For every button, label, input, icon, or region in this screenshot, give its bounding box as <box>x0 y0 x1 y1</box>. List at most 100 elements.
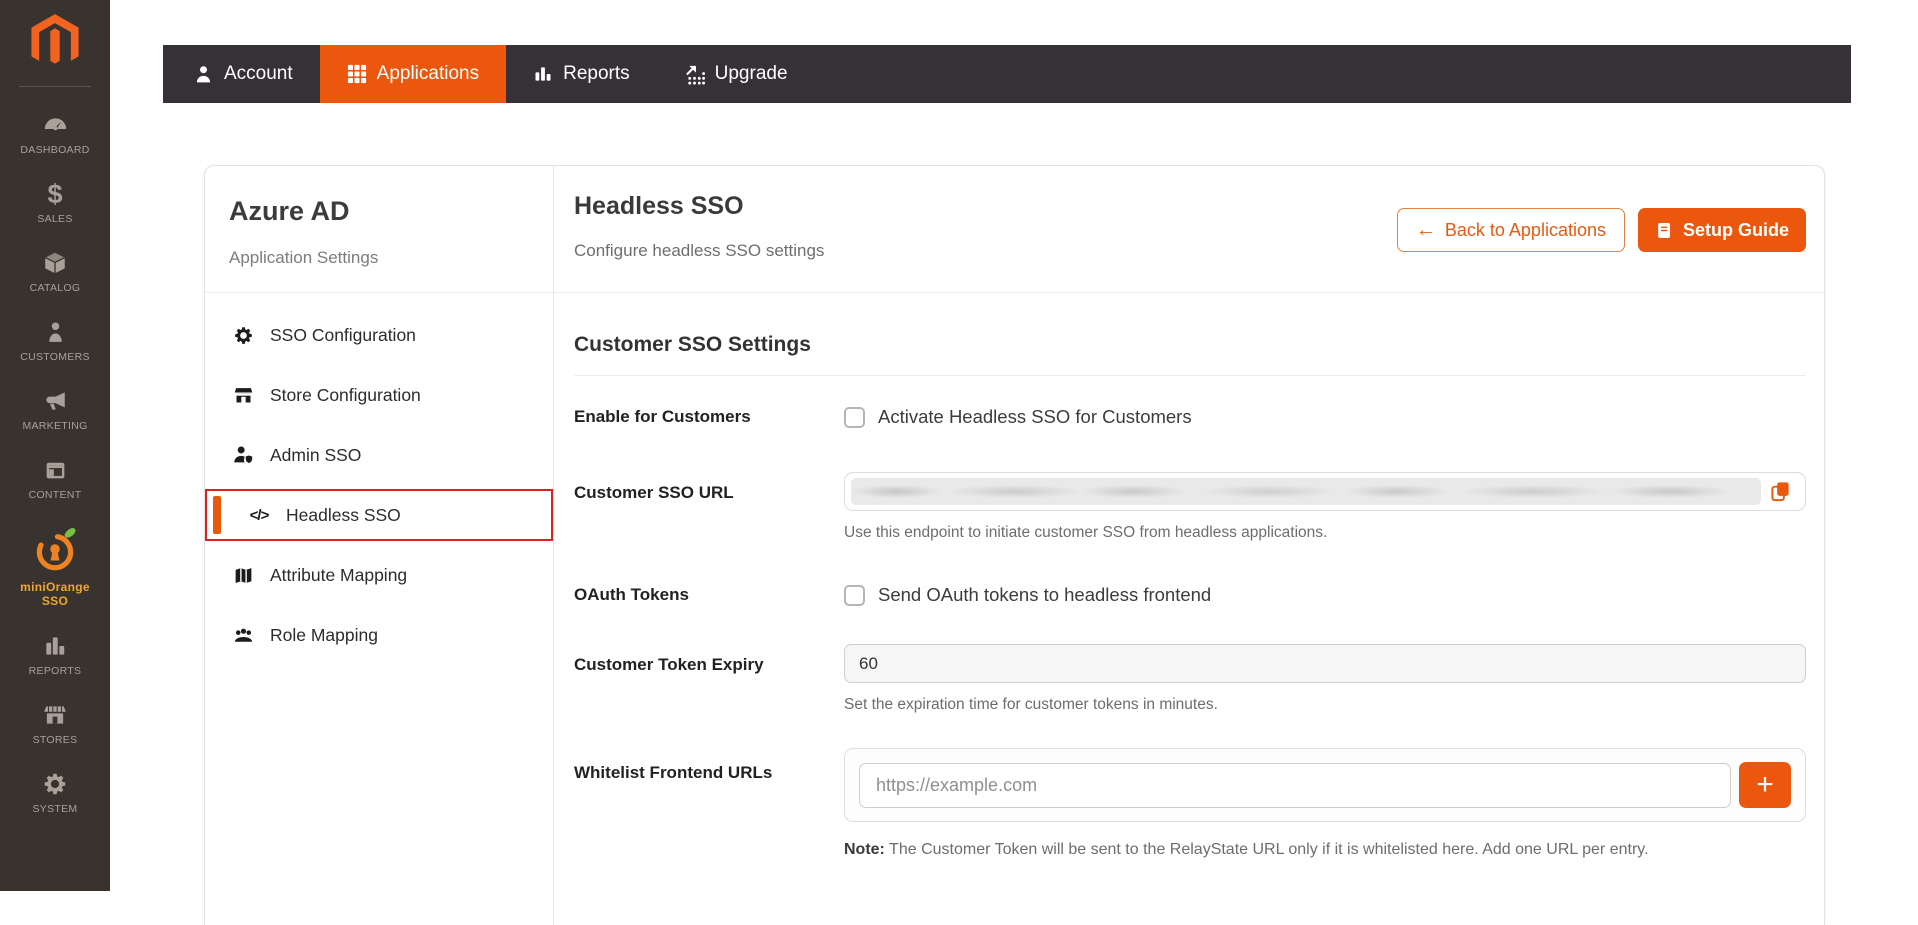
layout-icon <box>43 455 68 483</box>
tab-reports[interactable]: Reports <box>506 45 657 103</box>
magento-logo-icon[interactable] <box>28 12 82 72</box>
sidebar-item-label: STORES <box>32 734 78 746</box>
sidebar-item-marketing[interactable]: MARKETING <box>0 386 110 432</box>
menu-item-store-configuration[interactable]: Store Configuration <box>205 365 553 425</box>
sidebar-item-dashboard[interactable]: DASHBOARD <box>0 110 110 156</box>
menu-item-role-mapping[interactable]: Role Mapping <box>205 605 553 665</box>
app-settings-panel: Azure AD Application Settings SSO Config… <box>204 165 1825 925</box>
top-nav: Account Applications Reports Upgrade <box>163 45 1851 103</box>
menu-item-sso-configuration[interactable]: SSO Configuration <box>205 305 553 365</box>
tab-label: Upgrade <box>714 63 788 84</box>
setup-guide-button[interactable]: Setup Guide <box>1637 208 1806 252</box>
gear-icon <box>42 769 68 797</box>
field-label: Whitelist Frontend URLs <box>574 763 773 782</box>
note-label: Note: <box>844 841 885 858</box>
dashboard-icon <box>42 110 69 138</box>
sidebar-item-catalog[interactable]: CATALOG <box>0 248 110 294</box>
customer-sso-settings-section: Customer SSO Settings Enable for Custome… <box>554 333 1824 859</box>
book-icon <box>1655 221 1674 240</box>
send-oauth-tokens-checkbox[interactable] <box>844 584 865 606</box>
app-subtitle: Application Settings <box>229 248 379 267</box>
menu-item-label: Headless SSO <box>286 504 401 525</box>
grid-icon <box>347 64 367 84</box>
token-expiry-input[interactable] <box>844 644 1806 683</box>
copy-button[interactable] <box>1761 480 1799 503</box>
sidebar-item-content[interactable]: CONTENT <box>0 455 110 501</box>
sidebar-item-label: CUSTOMERS <box>20 351 90 363</box>
dollar-icon: $ <box>47 179 63 209</box>
store-icon <box>42 700 68 728</box>
sidebar-item-miniorange-sso[interactable]: miniOrange SSO <box>0 524 110 608</box>
menu-item-attribute-mapping[interactable]: Attribute Mapping <box>205 545 553 605</box>
sidebar-item-customers[interactable]: CUSTOMERS <box>0 317 110 363</box>
bar-chart-icon <box>533 64 553 84</box>
enable-for-customers-row: Enable for Customers Activate Headless S… <box>574 406 1806 428</box>
settings-menu: SSO Configuration Store Configuration Ad… <box>205 293 553 665</box>
sidebar-divider <box>19 86 91 87</box>
customer-token-expiry-row: Customer Token Expiry Set the expiration… <box>574 644 1806 714</box>
bar-chart-icon <box>42 631 68 659</box>
menu-item-label: SSO Configuration <box>270 324 416 345</box>
admin-user-icon <box>231 444 255 466</box>
miniorange-logo-icon <box>30 524 80 574</box>
users-group-icon <box>231 624 255 647</box>
customer-sso-url-field <box>844 472 1806 511</box>
app-header: Azure AD Application Settings <box>205 166 553 293</box>
tab-applications[interactable]: Applications <box>319 45 507 103</box>
account-icon <box>193 64 214 85</box>
sidebar-item-label: SALES <box>37 213 73 225</box>
activate-headless-sso-checkbox[interactable] <box>844 406 865 428</box>
sidebar-item-stores[interactable]: STORES <box>0 700 110 746</box>
left-arrow-icon: ← <box>1415 219 1436 241</box>
menu-item-admin-sso[interactable]: Admin SSO <box>205 425 553 485</box>
whitelist-url-group: + <box>844 748 1806 822</box>
helper-text: Use this endpoint to initiate customer S… <box>844 524 1328 541</box>
box-icon <box>42 248 68 276</box>
map-icon <box>231 565 255 586</box>
field-label: Customer Token Expiry <box>574 655 764 674</box>
menu-item-label: Store Configuration <box>270 384 421 405</box>
app-settings-sidebar: Azure AD Application Settings SSO Config… <box>205 166 554 925</box>
menu-item-label: Admin SSO <box>270 444 362 465</box>
checkbox-label: Activate Headless SSO for Customers <box>878 406 1192 427</box>
code-icon: </> <box>249 506 270 524</box>
redacted-url-value[interactable] <box>851 478 1761 505</box>
menu-item-label: Attribute Mapping <box>270 564 408 585</box>
tab-upgrade[interactable]: Upgrade <box>657 45 815 103</box>
header-buttons: ← Back to Applications Setup Guide <box>1396 208 1806 252</box>
sidebar-item-label: SYSTEM <box>32 803 78 815</box>
tab-label: Reports <box>563 63 630 84</box>
sidebar-item-label: MARKETING <box>22 420 88 432</box>
oauth-tokens-row: OAuth Tokens Send OAuth tokens to headle… <box>574 584 1806 606</box>
sidebar-item-label: CATALOG <box>29 282 81 294</box>
setup-button-label: Setup Guide <box>1682 219 1789 240</box>
magento-sidebar: DASHBOARD $ SALES CATALOG CUSTOMERS MARK… <box>0 0 110 891</box>
field-label: Customer SSO URL <box>574 483 734 502</box>
whitelist-url-input[interactable] <box>859 762 1731 808</box>
back-to-applications-button[interactable]: ← Back to Applications <box>1396 208 1625 252</box>
sidebar-item-sales[interactable]: $ SALES <box>0 179 110 226</box>
tab-account[interactable]: Account <box>166 45 320 103</box>
settings-content: Headless SSO Configure headless SSO sett… <box>554 166 1824 925</box>
note-text: Note: The Customer Token will be sent to… <box>844 841 1649 858</box>
back-button-label: Back to Applications <box>1444 219 1606 240</box>
field-label: OAuth Tokens <box>574 585 689 604</box>
sidebar-item-reports[interactable]: REPORTS <box>0 631 110 677</box>
add-url-button[interactable]: + <box>1739 762 1791 808</box>
sidebar-item-label: CONTENT <box>28 489 82 501</box>
app-title: Azure AD <box>229 196 350 226</box>
menu-item-headless-sso[interactable]: </> Headless SSO <box>205 489 553 541</box>
person-icon <box>43 317 68 345</box>
helper-text: Set the expiration time for customer tok… <box>844 696 1218 713</box>
copy-icon <box>1769 480 1792 503</box>
checkbox-label: Send OAuth tokens to headless frontend <box>878 584 1212 605</box>
sidebar-item-label: miniOrange SSO <box>20 580 90 608</box>
upgrade-icon <box>684 64 705 85</box>
megaphone-icon <box>42 386 68 414</box>
whitelist-frontend-urls-row: Whitelist Frontend URLs + Note: The Cust… <box>574 748 1806 859</box>
sidebar-item-system[interactable]: SYSTEM <box>0 769 110 815</box>
customer-sso-url-row: Customer SSO URL Use this endpoint to in… <box>574 472 1806 542</box>
menu-item-label: Role Mapping <box>270 624 378 645</box>
sidebar-item-label: REPORTS <box>28 665 82 677</box>
sidebar-item-label: DASHBOARD <box>20 144 90 156</box>
